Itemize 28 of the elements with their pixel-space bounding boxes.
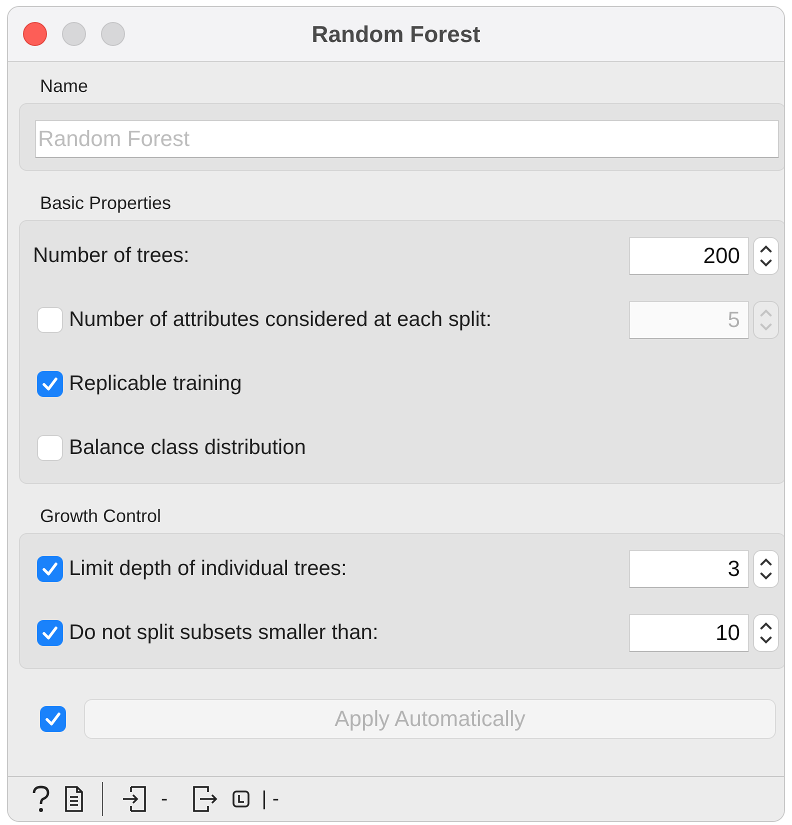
help-icon[interactable] [30,784,52,814]
section-heading: Growth Control [40,506,162,526]
square-icon[interactable] [232,790,250,808]
window-title: Random Forest [312,20,480,46]
checkbox-label[interactable]: Replicable training [69,372,242,396]
checkbox[interactable] [37,556,63,582]
checkbox-label[interactable]: Limit depth of individual trees: [69,557,347,581]
checkbox-label[interactable]: Do not split subsets smaller than: [69,621,378,645]
checkbox-label[interactable]: Balance class distribution [69,436,306,460]
output-icon[interactable] [192,784,220,814]
stepper-arrows-icon[interactable] [753,237,779,275]
number-field[interactable]: 3 [629,550,749,588]
checkbox[interactable] [37,620,63,646]
stepper-arrows-icon[interactable] [753,614,779,652]
close-button[interactable] [23,22,47,46]
number-field[interactable]: 10 [629,614,749,652]
output-summary: | - [262,788,280,810]
name-field[interactable]: Random Forest [35,120,779,158]
section-heading: Basic Properties [40,193,172,213]
checkbox[interactable] [37,435,63,461]
document-icon[interactable] [64,785,84,813]
stepper-arrows-icon[interactable] [753,550,779,588]
section-heading: Name [40,76,88,96]
field-label: Number of trees: [33,244,190,268]
input-summary: - [161,788,168,810]
input-icon[interactable] [121,784,149,814]
checkbox[interactable] [37,371,63,397]
number-field[interactable]: 200 [629,237,749,275]
